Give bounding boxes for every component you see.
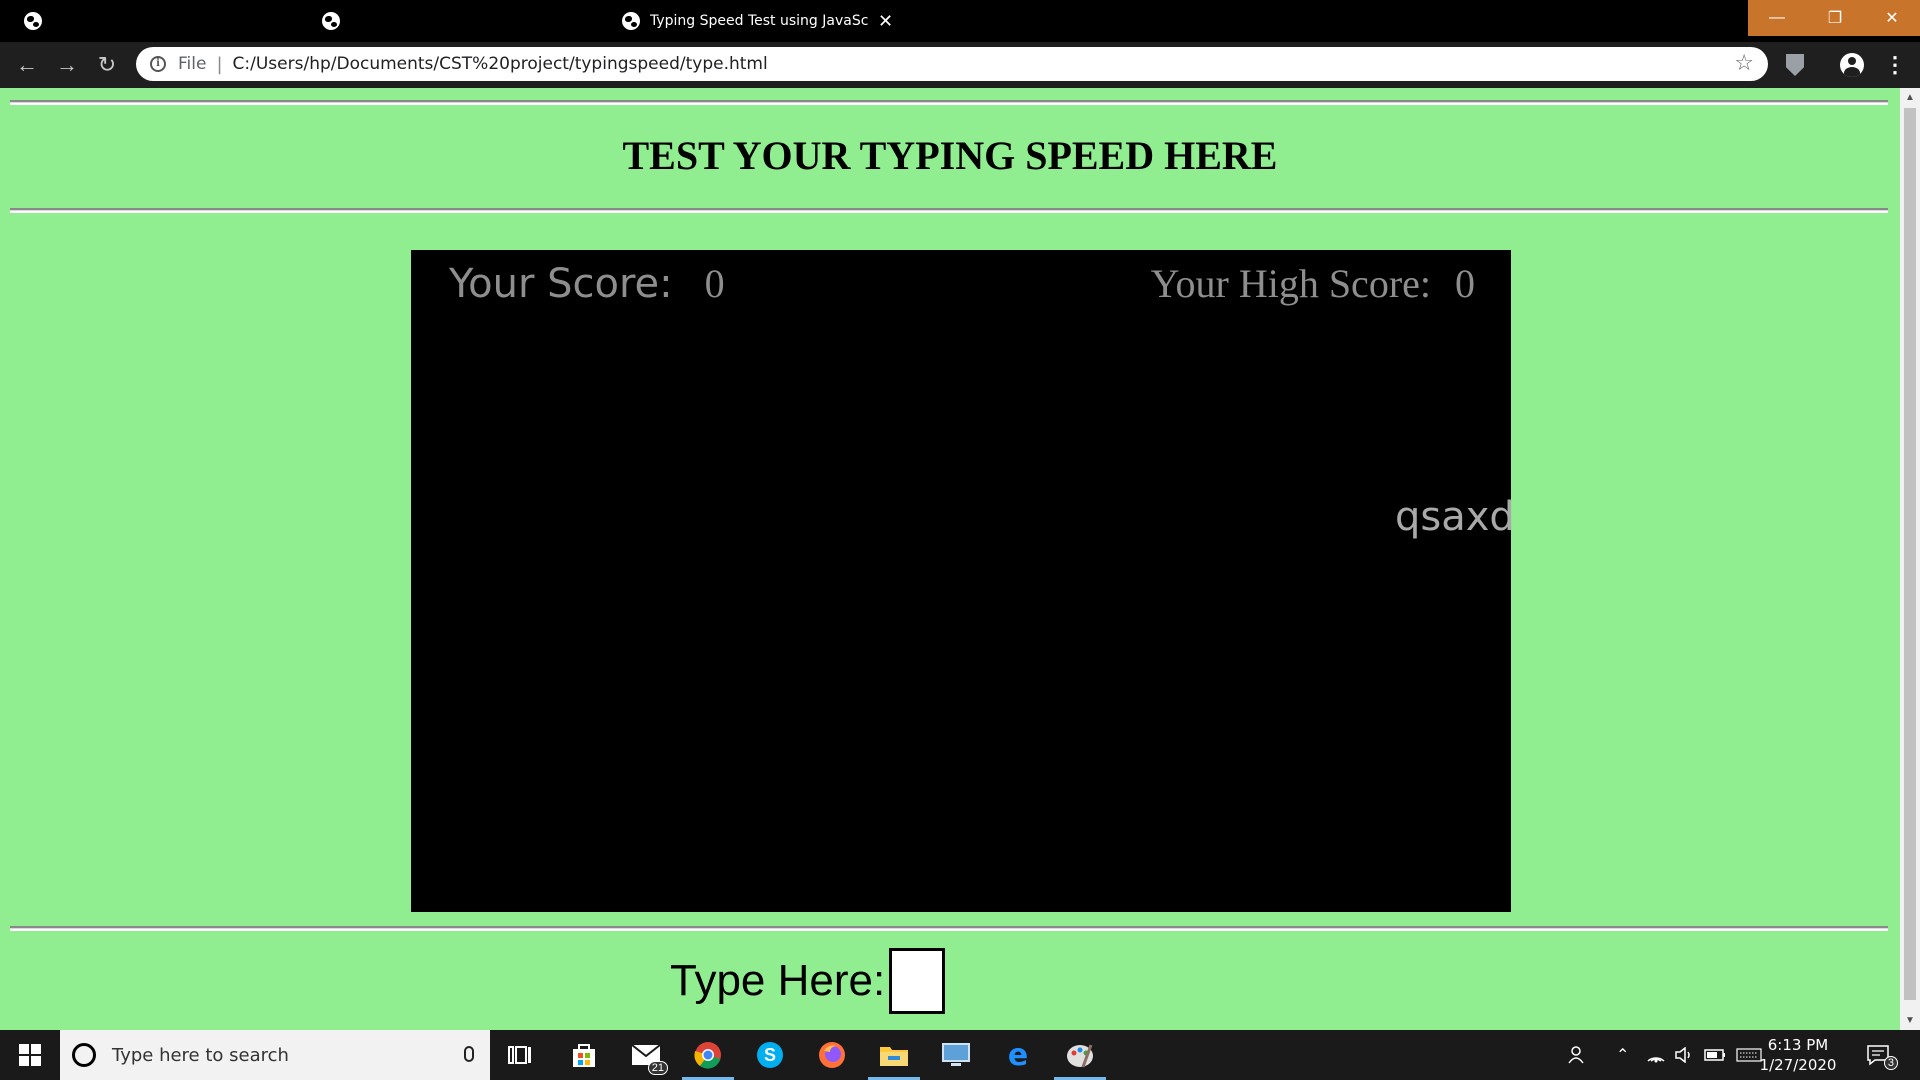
store-icon[interactable] [566, 1037, 602, 1073]
paint-icon[interactable] [1054, 1037, 1106, 1080]
restore-button[interactable]: ❐ [1806, 0, 1864, 36]
browser-toolbar: ← → ↻ i File | C:/Users/hp/Documents/CST… [0, 42, 1920, 88]
svg-text:S: S [764, 1045, 776, 1065]
type-here-label: Type Here: [670, 956, 886, 1005]
divider: | [216, 53, 223, 75]
typing-input[interactable] [889, 948, 946, 1014]
skype-icon[interactable]: S [752, 1037, 788, 1073]
scrollbar-thumb[interactable] [1904, 108, 1916, 1000]
chrome-icon[interactable] [682, 1037, 734, 1080]
taskbar-search-box[interactable]: Type here to search [60, 1030, 490, 1080]
mail-icon[interactable]: 21 [628, 1037, 668, 1075]
browser-tab-1[interactable] [24, 0, 52, 42]
forward-arrow-icon[interactable]: → [52, 50, 82, 80]
web-page: TEST YOUR TYPING SPEED HERE Your Score: 0… [0, 88, 1920, 1030]
microphone-icon[interactable] [464, 1046, 474, 1062]
page-title: TEST YOUR TYPING SPEED HERE [622, 133, 1278, 178]
clock-time: 6:13 PM [1767, 1036, 1829, 1054]
file-explorer-icon[interactable] [868, 1037, 920, 1080]
minimize-button[interactable]: — [1748, 0, 1806, 36]
address-bar[interactable]: i File | C:/Users/hp/Documents/CST%20pro… [136, 47, 1768, 81]
close-window-button[interactable]: ✕ [1864, 0, 1920, 36]
high-score-label: Your High Score: [1150, 261, 1431, 306]
page-scrollbar[interactable]: ▲ ▼ [1900, 88, 1920, 1030]
battery-icon[interactable] [1704, 1030, 1726, 1080]
horizontal-rule [10, 208, 1888, 213]
score-label: Your Score: [449, 261, 673, 307]
windows-taskbar: Type here to search 21 S e ⌃ 6:13 PM 1/2… [0, 1030, 1920, 1080]
falling-word: qsaxd [1395, 494, 1515, 540]
url-text[interactable]: C:/Users/hp/Documents/CST%20project/typi… [233, 54, 768, 74]
mail-badge: 21 [647, 1061, 668, 1075]
scroll-up-icon[interactable]: ▲ [1905, 92, 1915, 103]
browser-tab-2[interactable] [322, 0, 350, 42]
people-icon[interactable] [1568, 1030, 1588, 1080]
start-button[interactable] [0, 1030, 60, 1080]
globe-icon [322, 12, 340, 30]
globe-icon [622, 12, 640, 30]
notifications-icon[interactable]: 3 [1866, 1030, 1898, 1080]
globe-icon [24, 12, 42, 30]
game-canvas: Your Score: 0 Your High Score: 0 qsaxd [411, 250, 1515, 912]
extension-shield-icon[interactable] [1786, 54, 1804, 76]
task-view-icon[interactable] [502, 1037, 538, 1073]
kebab-menu-icon[interactable]: ⋮ [1884, 50, 1906, 80]
wifi-icon[interactable] [1646, 1030, 1666, 1080]
notification-badge: 3 [1883, 1056, 1898, 1070]
system-clock[interactable]: 6:13 PM 1/27/2020 [1758, 1035, 1838, 1075]
tab-close-icon[interactable]: ✕ [878, 12, 893, 30]
bookmark-star-icon[interactable]: ☆ [1734, 51, 1754, 76]
browser-tab-strip: Typing Speed Test using JavaScript ✕ — ❐… [0, 0, 1920, 42]
scroll-down-icon[interactable]: ▼ [1905, 1015, 1915, 1026]
volume-icon[interactable] [1674, 1030, 1694, 1080]
high-score-value: 0 [1455, 261, 1475, 306]
horizontal-rule [10, 926, 1888, 931]
browser-tab-active[interactable]: Typing Speed Test using JavaScript ✕ [622, 0, 893, 42]
horizontal-rule [10, 100, 1888, 105]
score-display: Your Score: 0 [449, 260, 725, 307]
firefox-icon[interactable] [814, 1037, 850, 1073]
reload-icon[interactable]: ↻ [92, 50, 122, 80]
back-arrow-icon[interactable]: ← [12, 50, 42, 80]
high-score-display: Your High Score: 0 [1151, 260, 1475, 307]
svg-text:e: e [1008, 1041, 1028, 1069]
cortana-icon [72, 1043, 96, 1067]
windows-logo-icon [19, 1044, 41, 1066]
info-icon[interactable]: i [150, 56, 166, 72]
search-placeholder: Type here to search [112, 1044, 289, 1066]
score-value: 0 [704, 261, 725, 306]
profile-icon[interactable] [1840, 53, 1864, 77]
typing-row: Type Here: [670, 948, 946, 1014]
tab-title: Typing Speed Test using JavaScript [650, 13, 868, 29]
edge-icon[interactable]: e [1000, 1037, 1036, 1073]
scheme-label: File [178, 54, 207, 74]
remote-desktop-icon[interactable] [938, 1037, 974, 1073]
show-hidden-icons-icon[interactable]: ⌃ [1616, 1030, 1629, 1080]
clock-date: 1/27/2020 [1759, 1056, 1837, 1074]
